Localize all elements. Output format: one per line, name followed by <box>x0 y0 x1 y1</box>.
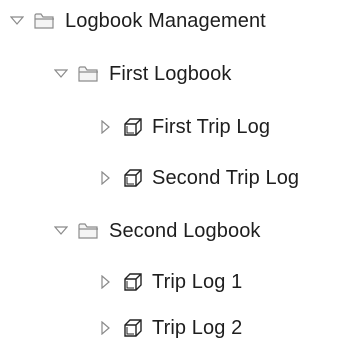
tree-node-second-logbook[interactable]: Second Logbook <box>52 214 261 248</box>
chevron-right-icon[interactable] <box>97 273 115 291</box>
tree-node-first-trip-log[interactable]: First Trip Log <box>97 110 270 144</box>
cube-icon <box>123 117 143 137</box>
folder-icon <box>78 65 100 83</box>
tree-node-trip-log-2[interactable]: Trip Log 2 <box>97 311 242 345</box>
tree-node-label: Logbook Management <box>65 10 266 32</box>
tree-node-label: Trip Log 2 <box>152 317 243 339</box>
chevron-right-icon[interactable] <box>97 169 115 187</box>
chevron-down-icon[interactable] <box>8 12 26 30</box>
chevron-right-icon[interactable] <box>97 118 115 136</box>
tree-node-label: Second Trip Log <box>152 167 300 189</box>
chevron-right-icon[interactable] <box>97 319 115 337</box>
chevron-down-icon[interactable] <box>52 65 70 83</box>
folder-icon <box>34 12 56 30</box>
logbook-tree: Logbook Management First Logbook First T… <box>0 0 360 347</box>
tree-node-label: Trip Log 1 <box>152 271 243 293</box>
cube-icon <box>123 272 143 292</box>
tree-node-label: First Trip Log <box>152 116 271 138</box>
tree-node-logbook-management[interactable]: Logbook Management <box>8 4 266 38</box>
chevron-down-icon[interactable] <box>52 222 70 240</box>
tree-node-trip-log-1[interactable]: Trip Log 1 <box>97 265 242 299</box>
tree-node-label: First Logbook <box>109 63 232 85</box>
tree-node-label: Second Logbook <box>109 220 261 242</box>
folder-icon <box>78 222 100 240</box>
tree-node-first-logbook[interactable]: First Logbook <box>52 57 231 91</box>
cube-icon <box>123 318 143 338</box>
cube-icon <box>123 168 143 188</box>
tree-node-second-trip-log[interactable]: Second Trip Log <box>97 161 299 195</box>
